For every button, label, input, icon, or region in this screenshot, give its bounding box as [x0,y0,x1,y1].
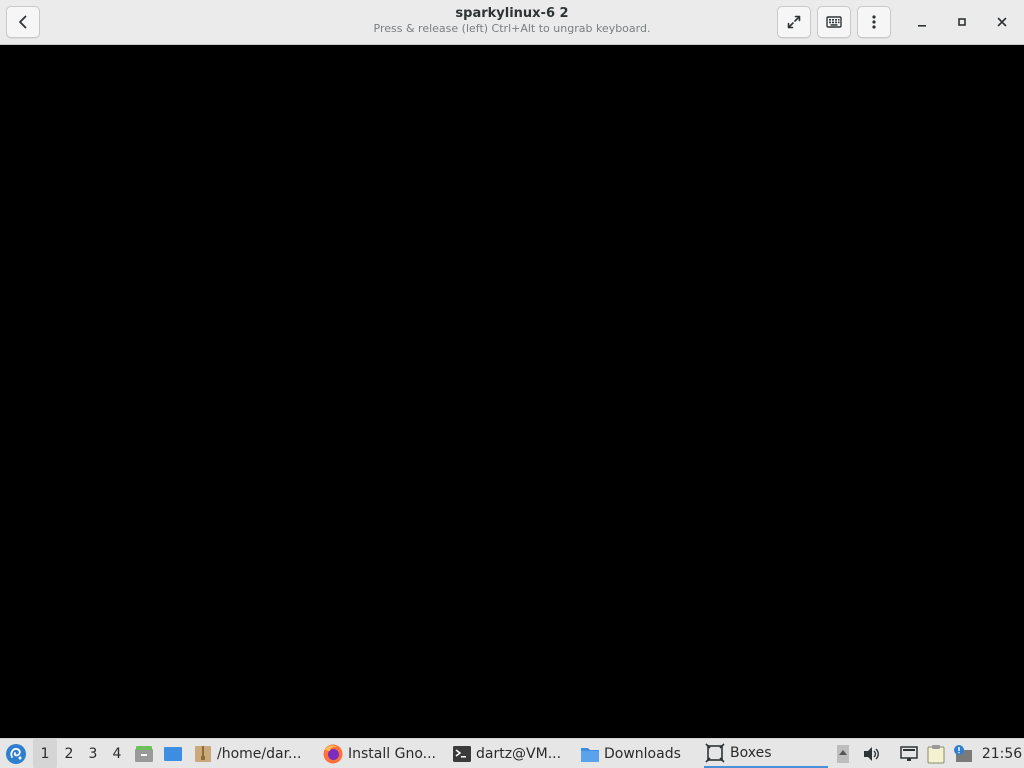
file-manager-icon [135,745,153,762]
network-button[interactable] [898,739,920,768]
tray-up-arrow-icon [837,744,849,763]
desktop-1-button[interactable]: 1 [33,739,57,768]
back-button[interactable] [6,6,40,38]
firefox-icon [323,744,343,763]
task-downloads[interactable]: Downloads [580,739,698,768]
window-title: sparkylinux-6 2 [455,6,569,21]
fullscreen-icon [787,15,801,29]
task-boxes[interactable]: Boxes [704,739,828,768]
task-label: Install Gno... [348,745,436,762]
window-subtitle: Press & release (left) Ctrl+Alt to ungra… [373,22,651,35]
taskbar: 1 2 3 4 /home/dar... Install Gno... dart… [0,738,1024,768]
back-arrow-icon [19,15,27,29]
clock[interactable]: 21:56 [982,739,1022,768]
maximize-icon [958,18,966,26]
task-terminal[interactable]: dartz@VM... [452,739,574,768]
show-desktop-icon [164,746,182,761]
send-keys-button[interactable] [817,6,851,38]
desktop-2-button[interactable]: 2 [57,739,81,768]
desktop-3-button[interactable]: 3 [81,739,105,768]
task-archive[interactable]: /home/dar... [193,739,315,768]
fullscreen-button[interactable] [777,6,811,38]
menu-button[interactable] [857,6,891,38]
task-label: /home/dar... [217,745,302,762]
close-button[interactable] [986,6,1018,38]
desktop-4-button[interactable]: 4 [105,739,129,768]
tray-expand-button[interactable] [835,739,851,768]
window-headerbar: sparkylinux-6 2 Press & release (left) C… [0,0,1024,45]
start-menu-button[interactable] [4,739,28,768]
task-label: Downloads [604,745,681,762]
minimize-icon [918,25,926,27]
clipboard-button[interactable] [925,739,947,768]
close-icon [997,17,1007,27]
update-notifier-icon [954,744,972,762]
volume-icon [864,746,879,761]
window-title-area: sparkylinux-6 2 Press & release (left) C… [330,5,694,36]
folder-icon [581,747,599,762]
keyboard-icon [826,16,842,28]
vertical-dots-menu-icon [872,15,876,29]
update-notifier-button[interactable] [951,739,975,768]
clipboard-icon [927,744,945,763]
task-firefox[interactable]: Install Gno... [322,739,444,768]
boxes-icon [705,742,725,763]
task-label: Boxes [730,744,772,761]
show-desktop-launcher[interactable] [161,739,185,768]
task-label: dartz@VM... [476,745,562,762]
maximize-button[interactable] [946,6,978,38]
volume-button[interactable] [861,739,883,768]
terminal-icon [453,745,471,762]
file-manager-launcher[interactable] [133,739,155,768]
archive-icon [195,745,211,762]
minimize-button[interactable] [906,6,938,38]
vm-display[interactable] [0,46,1024,738]
sparky-menu-icon [6,743,26,764]
network-icon [900,745,918,761]
